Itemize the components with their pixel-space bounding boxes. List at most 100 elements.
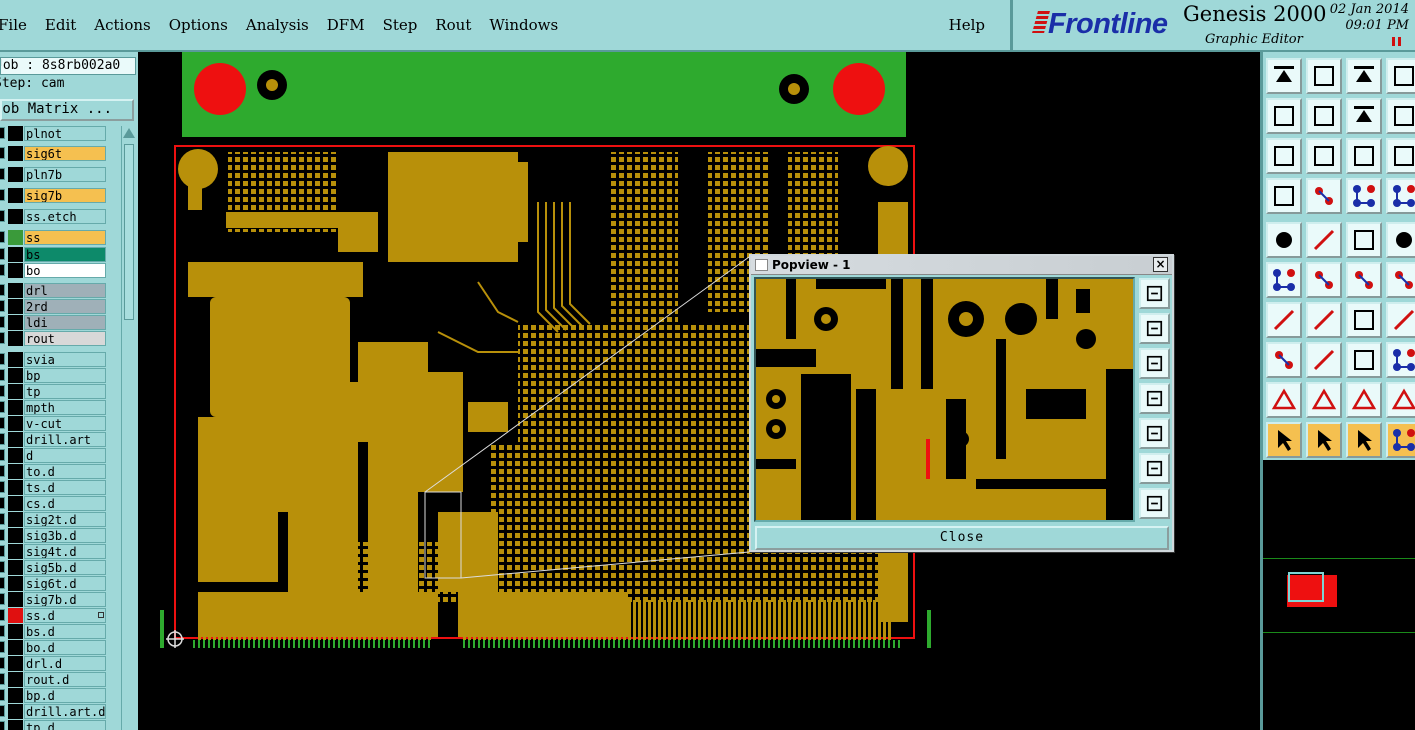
zoom-center-icon[interactable] [1306,138,1342,174]
layer-affected-toggle[interactable] [0,625,5,637]
layer-affected-toggle[interactable] [0,284,5,296]
point-add-icon[interactable] [1346,262,1382,298]
tools-icon[interactable] [1266,178,1302,214]
layer-row[interactable]: ts.d [0,480,120,495]
layer-affected-toggle[interactable] [0,300,5,312]
layer-name[interactable]: bp [24,368,106,383]
layer-affected-toggle[interactable] [0,417,5,429]
layer-color-swatch[interactable] [8,704,23,719]
layer-row[interactable]: 2rd [0,299,120,314]
layer-affected-toggle[interactable] [0,673,5,685]
layer-row[interactable]: sig2t.d [0,512,120,527]
popview-right-icon[interactable] [1139,418,1170,449]
scroll-thumb[interactable] [124,144,134,320]
measure-box-icon[interactable] [1346,342,1382,378]
layer-name[interactable]: d [24,448,106,463]
layer-affected-toggle[interactable] [0,168,5,180]
layer-name[interactable]: bs.d [24,624,106,639]
layer-color-swatch[interactable] [8,480,23,495]
layer-color-swatch[interactable] [8,230,23,245]
layer-row[interactable]: sig6t [0,146,120,161]
net-red-icon[interactable] [1346,178,1382,214]
layer-name[interactable]: bo [24,263,106,278]
layer-row[interactable]: sig7b.d [0,592,120,607]
select-arrow-alt-icon[interactable] [1306,422,1342,458]
layer-affected-toggle[interactable] [0,353,5,365]
menu-edit[interactable]: Edit [36,16,85,34]
layer-color-swatch[interactable] [8,672,23,687]
layer-row[interactable]: drill.art.d [0,704,120,719]
layer-affected-toggle[interactable] [0,127,5,139]
layer-color-swatch[interactable] [8,400,23,415]
layer-name[interactable]: bo.d [24,640,106,655]
layer-affected-toggle[interactable] [0,433,5,445]
home-icon[interactable] [1346,58,1382,94]
overview-map[interactable] [1260,460,1415,730]
layer-color-swatch[interactable] [8,384,23,399]
layer-row[interactable]: drill.art [0,432,120,447]
select-circle-icon[interactable] [1346,422,1382,458]
layer-affected-toggle[interactable] [0,449,5,461]
popview-center-icon[interactable] [1139,488,1170,519]
layer-name[interactable]: 2rd [24,299,106,314]
layer-name[interactable]: plnot [24,126,106,141]
pad-icon[interactable] [1306,178,1342,214]
layer-affected-toggle[interactable] [0,189,5,201]
menu-options[interactable]: Options [160,16,237,34]
layer-row[interactable]: v-cut [0,416,120,431]
layer-color-swatch[interactable] [8,188,23,203]
layer-color-swatch[interactable] [8,640,23,655]
diagonal-icon[interactable] [1306,302,1342,338]
layer-row[interactable]: plnot [0,126,120,141]
popview-up-icon[interactable] [1139,313,1170,344]
layer-color-swatch[interactable] [8,209,23,224]
popview-viewport[interactable] [754,277,1135,522]
popview-fit-icon[interactable] [1139,453,1170,484]
query-icon[interactable] [1386,138,1415,174]
layer-affected-toggle[interactable] [0,316,5,328]
rotate-icon[interactable] [1346,302,1382,338]
layer-name[interactable]: to.d [24,464,106,479]
layer-color-swatch[interactable] [8,126,23,141]
popview-left-icon[interactable] [1139,383,1170,414]
close-icon[interactable]: × [1153,257,1168,272]
layer-color-swatch[interactable] [8,368,23,383]
layer-affected-toggle[interactable] [0,231,5,243]
layer-row[interactable]: pln7b [0,167,120,182]
layer-name[interactable]: ldi [24,315,106,330]
layer-color-swatch[interactable] [8,464,23,479]
minus-icon[interactable] [1306,342,1342,378]
close-button[interactable]: Close [755,526,1169,550]
menu-analysis[interactable]: Analysis [237,16,318,34]
point-add-alt-icon[interactable] [1386,262,1415,298]
job-matrix-button[interactable]: Job Matrix ... [0,99,134,121]
layer-affected-toggle[interactable] [0,721,5,730]
layer-name[interactable]: ss.d [24,608,106,623]
layer-row[interactable]: sig3b.d [0,528,120,543]
layer-name[interactable]: drl [24,283,106,298]
layer-affected-toggle[interactable] [0,401,5,413]
layer-list-scrollbar[interactable] [121,126,135,730]
layer-affected-toggle[interactable] [0,689,5,701]
layer-affected-toggle[interactable] [0,385,5,397]
layer-color-swatch[interactable] [8,448,23,463]
layer-name[interactable]: rout.d [24,672,106,687]
menu-file[interactable]: File [0,16,36,34]
layer-affected-toggle[interactable] [0,657,5,669]
shape-icon[interactable] [1266,342,1302,378]
layer-color-swatch[interactable] [8,432,23,447]
select-net-icon[interactable] [1386,422,1415,458]
layer-color-swatch[interactable] [8,167,23,182]
layer-affected-toggle[interactable] [0,593,5,605]
layer-name[interactable]: pln7b [24,167,106,182]
pause-icon[interactable] [1392,37,1401,46]
undo-redo-icon[interactable] [1346,98,1382,134]
layer-name[interactable]: ss [24,230,106,245]
layer-color-swatch[interactable] [8,315,23,330]
menu-dfm[interactable]: DFM [318,16,374,34]
layer-row[interactable]: ss [0,230,120,245]
layer-color-swatch[interactable] [8,299,23,314]
menu-windows[interactable]: Windows [480,16,567,34]
line-add-icon[interactable] [1306,222,1342,258]
layer-affected-toggle[interactable] [0,264,5,276]
